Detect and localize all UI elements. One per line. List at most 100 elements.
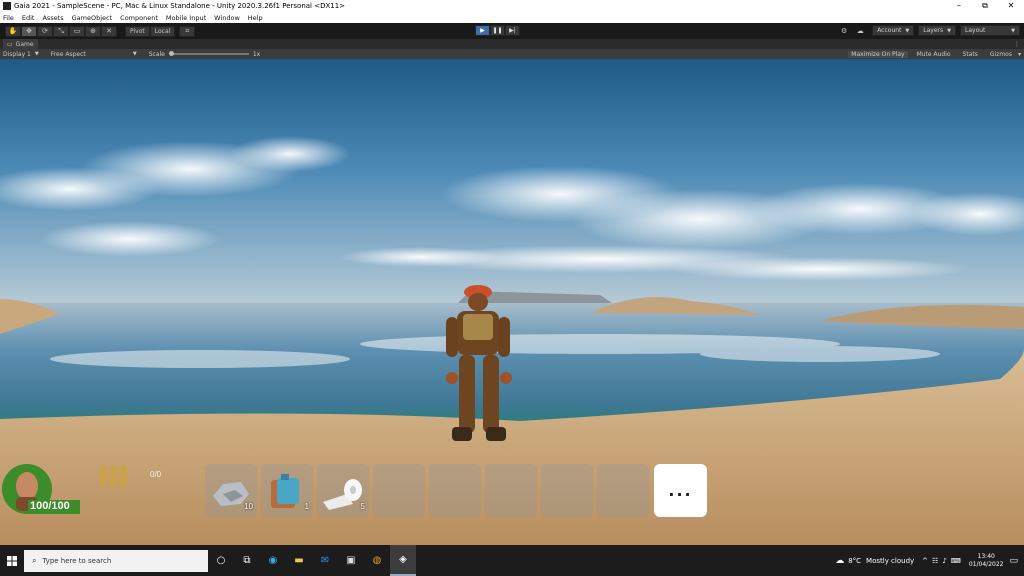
weather-widget[interactable]: ☁ 8°C Mostly cloudy bbox=[835, 556, 914, 566]
cloud-icon: ☁ bbox=[835, 555, 845, 566]
grid-snap-icon[interactable]: ⌗ bbox=[179, 25, 196, 37]
collab-icon[interactable]: ⚙ bbox=[836, 25, 852, 36]
game-tab-bar: ▭ Game ⋮ bbox=[0, 39, 1024, 49]
tab-game[interactable]: ▭ Game bbox=[3, 39, 38, 49]
layout-label: Layout bbox=[965, 27, 986, 34]
task-view-icon[interactable]: ⧉ bbox=[234, 545, 260, 576]
inventory-slot-4[interactable] bbox=[373, 464, 425, 517]
scale-slider[interactable] bbox=[168, 51, 249, 56]
inventory-slot-2[interactable]: 1 bbox=[261, 464, 313, 517]
chevron-down-icon: ▼ bbox=[905, 27, 910, 34]
health-hud: 100/100 bbox=[0, 461, 82, 517]
game-tab-icon: ▭ bbox=[7, 40, 13, 48]
inventory-slot-7[interactable] bbox=[541, 464, 593, 517]
inventory-slot-8[interactable] bbox=[597, 464, 649, 517]
ammo-text: 0/0 bbox=[150, 470, 162, 479]
volume-icon[interactable]: ♪ bbox=[942, 557, 946, 565]
maximize-button[interactable]: ⧉ bbox=[972, 0, 998, 12]
ammo-icon bbox=[98, 461, 132, 489]
play-button[interactable]: ▶ bbox=[475, 25, 490, 36]
chrome-icon[interactable]: ◍ bbox=[364, 545, 390, 576]
notification-icon[interactable]: ▭ bbox=[1009, 556, 1018, 566]
menu-window[interactable]: Window bbox=[214, 14, 240, 22]
step-button[interactable]: ▶| bbox=[505, 25, 520, 36]
game-options-bar: Display 1 ▼ Free Aspect ▼ Scale 1x Maximiz… bbox=[0, 49, 1024, 59]
hand-tool-icon[interactable]: ✋ bbox=[5, 25, 21, 37]
menu-edit[interactable]: Edit bbox=[22, 14, 35, 22]
chevron-down-icon[interactable]: ▾ bbox=[1015, 51, 1024, 58]
inventory-slot-3[interactable]: 5 bbox=[317, 464, 369, 517]
unity-taskbar-icon[interactable]: ◈ bbox=[390, 545, 416, 576]
pause-button[interactable]: ❚❚ bbox=[490, 25, 505, 36]
keyboard-icon[interactable]: ⌨ bbox=[951, 557, 961, 565]
move-tool-icon[interactable]: ✥ bbox=[21, 25, 37, 37]
menu-mobile-input[interactable]: Mobile Input bbox=[166, 14, 206, 22]
system-tray: ☁ 8°C Mostly cloudy ^ ☷ ♪ ⌨ 13:40 01/04/… bbox=[835, 545, 1024, 576]
tab-game-label: Game bbox=[15, 40, 34, 48]
menu-assets[interactable]: Assets bbox=[42, 14, 63, 22]
account-dropdown[interactable]: Account ▼ bbox=[872, 25, 915, 36]
game-options-right: Maximize On Play Mute Audio Stats Gizmos… bbox=[842, 50, 1024, 58]
display-dropdown[interactable]: Display 1 ▼ bbox=[3, 51, 39, 58]
menu-help[interactable]: Help bbox=[248, 14, 263, 22]
chevron-down-icon: ▼ bbox=[34, 51, 39, 57]
cloud-icon[interactable]: ☁ bbox=[852, 25, 868, 36]
menu-component[interactable]: Component bbox=[120, 14, 158, 22]
slider-knob[interactable] bbox=[168, 51, 174, 56]
chevron-up-icon[interactable]: ^ bbox=[922, 557, 928, 565]
layers-dropdown[interactable]: Layers ▼ bbox=[918, 25, 956, 36]
menu-file[interactable]: File bbox=[3, 14, 14, 22]
windows-start-icon[interactable] bbox=[0, 545, 24, 576]
local-toggle[interactable]: Local bbox=[149, 25, 176, 37]
health-text: 100/100 bbox=[30, 500, 70, 512]
edge-icon[interactable]: ◉ bbox=[260, 545, 286, 576]
scale-tool-icon[interactable]: ⤡ bbox=[53, 25, 69, 37]
unity-logo-icon bbox=[3, 2, 11, 10]
close-button[interactable]: ✕ bbox=[998, 0, 1024, 12]
chevron-down-icon: ▼ bbox=[132, 51, 137, 57]
editor-toolbar: ✋ ✥ ⟳ ⤡ ▭ ⊕ ✕ Pivot Local ⌗ ▶ ❚❚ ▶| ⚙ ☁ … bbox=[0, 23, 1024, 39]
inventory-slot-5[interactable] bbox=[429, 464, 481, 517]
gizmos-dropdown[interactable]: Gizmos bbox=[987, 51, 1015, 58]
menu-bar: File Edit Assets GameObject Component Mo… bbox=[0, 12, 1024, 23]
maximize-on-play-toggle[interactable]: Maximize On Play bbox=[848, 50, 908, 58]
more-button[interactable]: ... bbox=[654, 464, 707, 517]
aspect-dropdown[interactable]: Free Aspect ▼ bbox=[51, 51, 137, 58]
custom-tool-icon[interactable]: ✕ bbox=[101, 25, 117, 37]
file-explorer-icon[interactable]: ▬ bbox=[286, 545, 312, 576]
transform-tool-icon[interactable]: ⊕ bbox=[85, 25, 101, 37]
toolbar-right: ⚙ ☁ Account ▼ Layers ▼ Layout ▼ bbox=[836, 25, 1020, 36]
rotate-tool-icon[interactable]: ⟳ bbox=[37, 25, 53, 37]
layers-label: Layers bbox=[923, 27, 944, 34]
layout-dropdown[interactable]: Layout ▼ bbox=[960, 25, 1020, 36]
inventory-slot-6[interactable] bbox=[485, 464, 537, 517]
cortana-icon[interactable]: ○ bbox=[208, 545, 234, 576]
inventory-slot-1[interactable]: 10 bbox=[205, 464, 257, 517]
mute-audio-toggle[interactable]: Mute Audio bbox=[914, 51, 954, 58]
aspect-label: Free Aspect bbox=[50, 50, 86, 58]
clock-time: 13:40 bbox=[977, 552, 995, 560]
slot-count: 1 bbox=[304, 502, 309, 511]
taskbar-search-input[interactable]: ⌕ Type here to search bbox=[24, 549, 208, 572]
account-label: Account bbox=[877, 27, 902, 34]
scale-value: 1x bbox=[252, 50, 261, 58]
minimize-button[interactable]: – bbox=[946, 0, 972, 12]
mail-icon[interactable]: ✉ bbox=[312, 545, 338, 576]
store-icon[interactable]: ▣ bbox=[338, 545, 364, 576]
scale-label: Scale bbox=[148, 50, 165, 58]
search-placeholder: Type here to search bbox=[42, 556, 112, 565]
network-icon[interactable]: ☷ bbox=[932, 557, 938, 565]
rect-tool-icon[interactable]: ▭ bbox=[69, 25, 85, 37]
stats-toggle[interactable]: Stats bbox=[960, 51, 981, 58]
menu-gameobject[interactable]: GameObject bbox=[72, 14, 113, 22]
window-titlebar: Gaia 2021 - SampleScene - PC, Mac & Linu… bbox=[0, 0, 1024, 12]
slot-count: 10 bbox=[244, 502, 253, 511]
window-controls: – ⧉ ✕ bbox=[946, 0, 1024, 12]
pivot-toggle[interactable]: Pivot bbox=[125, 25, 150, 37]
system-clock[interactable]: 13:40 01/04/2022 bbox=[969, 553, 1004, 569]
more-options-icon[interactable]: ⋮ bbox=[1014, 41, 1020, 48]
search-icon: ⌕ bbox=[32, 555, 37, 565]
weather-temp: 8°C bbox=[848, 556, 862, 565]
clock-date: 01/04/2022 bbox=[968, 560, 1004, 568]
window-title: Gaia 2021 - SampleScene - PC, Mac & Linu… bbox=[14, 2, 346, 10]
